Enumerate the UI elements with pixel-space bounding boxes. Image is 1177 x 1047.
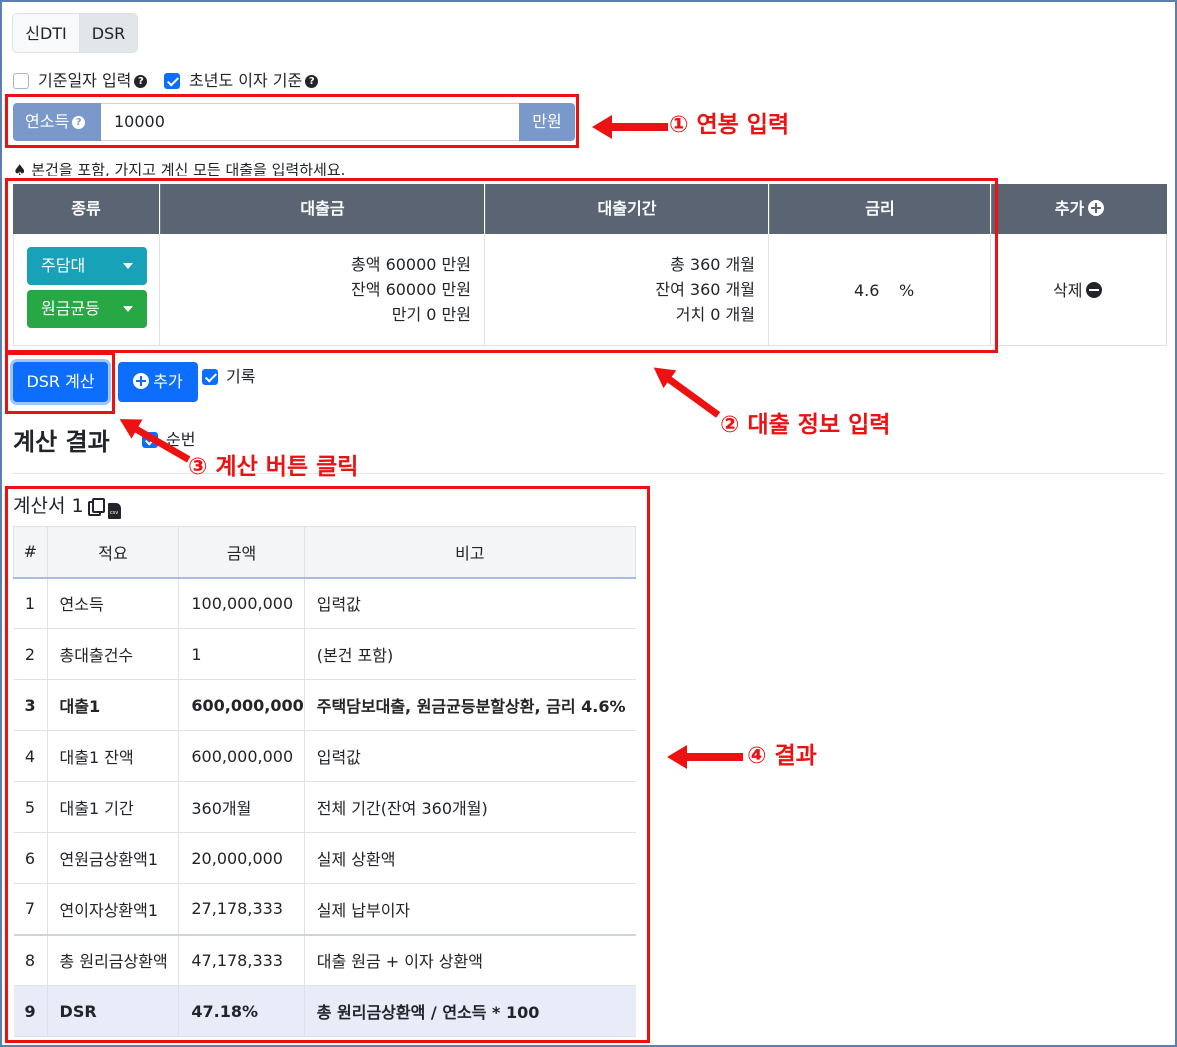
help-icon[interactable]: ? xyxy=(134,75,148,88)
base-date-checkbox[interactable] xyxy=(13,73,29,89)
loan-col-add[interactable]: 추가 xyxy=(991,184,1167,234)
record-checkbox[interactable] xyxy=(202,369,218,385)
annotation-box-calc xyxy=(5,352,115,414)
annotation-box-loan xyxy=(5,178,998,353)
minus-circle-icon xyxy=(1086,282,1103,298)
annotation-arrow-result xyxy=(667,745,743,769)
delete-loan-button[interactable]: 삭제 xyxy=(1053,278,1103,303)
tab-dsr[interactable]: DSR xyxy=(79,13,138,53)
spade-icon: ♠ xyxy=(13,161,27,176)
first-year-interest-label: 초년도 이자 기준 xyxy=(189,71,303,90)
plus-circle-icon xyxy=(133,373,150,389)
first-year-interest-option: 초년도 이자 기준? xyxy=(189,71,319,91)
plus-circle-icon xyxy=(1088,200,1105,216)
annotation-box-income xyxy=(5,94,579,148)
base-date-label: 기준일자 입력 xyxy=(38,71,132,90)
record-label: 기록 xyxy=(226,367,256,386)
annotation-arrow-income xyxy=(592,115,668,139)
add-loan-label: 추가 xyxy=(153,372,183,391)
note-text: 본건을 포함, 가지고 계신 모든 대출을 입력하세요. xyxy=(31,161,346,176)
divider xyxy=(13,473,1165,474)
add-column-label: 추가 xyxy=(1054,199,1085,218)
loan-input-note: ♠ 본건을 포함, 가지고 계신 모든 대출을 입력하세요. xyxy=(13,160,345,176)
annotation-label-loan: ② 대출 정보 입력 xyxy=(720,412,891,438)
tab-new-dti[interactable]: 신DTI xyxy=(12,13,80,53)
result-heading: 계산 결과 xyxy=(13,428,110,456)
delete-label: 삭제 xyxy=(1053,281,1083,300)
annotation-label-result: ④ 결과 xyxy=(747,743,817,769)
add-loan-button[interactable]: 추가 xyxy=(118,362,198,402)
annotation-box-result xyxy=(5,486,650,1043)
first-year-interest-checkbox[interactable] xyxy=(164,73,180,89)
base-date-option: 기준일자 입력? xyxy=(38,71,148,91)
annotation-label-calc: ③ 계산 버튼 클릭 xyxy=(188,454,359,480)
help-icon[interactable]: ? xyxy=(305,75,319,88)
loan-delete-cell: 삭제 xyxy=(991,234,1167,346)
annotation-label-income: ① 연봉 입력 xyxy=(669,112,790,138)
